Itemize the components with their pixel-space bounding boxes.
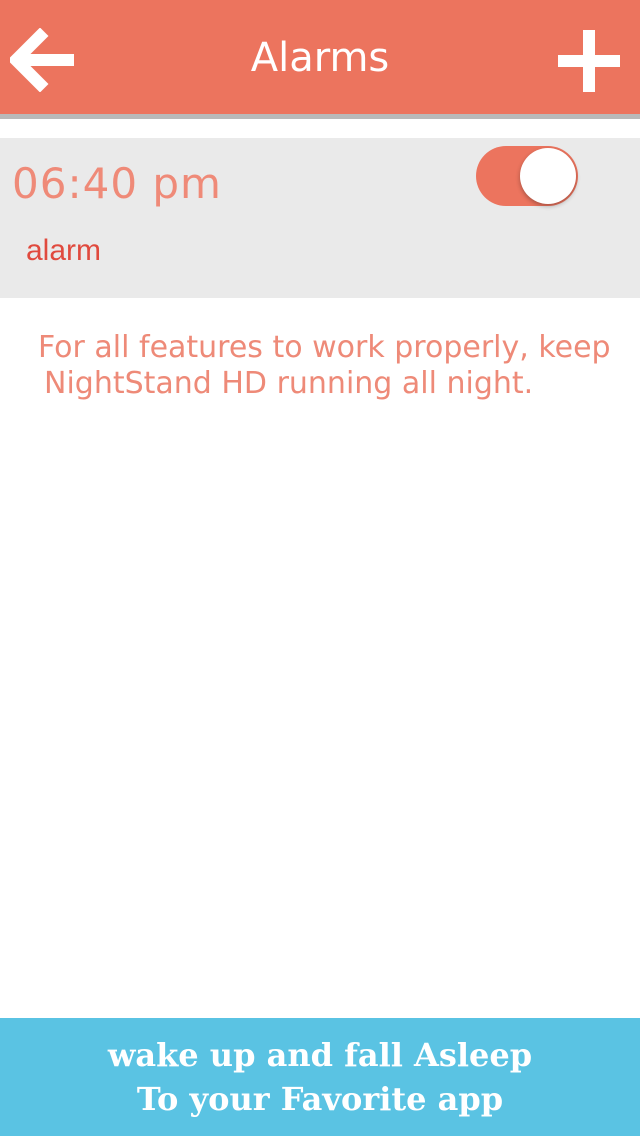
- promo-banner[interactable]: wake up and fall Asleep To your Favorite…: [0, 1018, 640, 1136]
- info-line-1: For all features to work properly, keep: [38, 330, 611, 365]
- nav-bar: Alarms: [0, 0, 640, 119]
- banner-line-2: To your Favorite app: [136, 1080, 504, 1118]
- toggle-knob: [520, 148, 576, 204]
- alarm-label: alarm: [26, 234, 102, 267]
- plus-icon: [558, 30, 620, 92]
- info-line-2: NightStand HD running all night.: [44, 366, 534, 401]
- info-message: For all features to work properly, keep …: [38, 330, 618, 402]
- alarm-toggle[interactable]: [476, 146, 578, 206]
- add-alarm-button[interactable]: [556, 28, 622, 94]
- alarm-row[interactable]: 06:40 pm alarm: [0, 138, 640, 298]
- alarm-time: 06:40 pm: [12, 159, 222, 208]
- banner-line-1: wake up and fall Asleep: [107, 1036, 533, 1074]
- page-title: Alarms: [250, 35, 390, 81]
